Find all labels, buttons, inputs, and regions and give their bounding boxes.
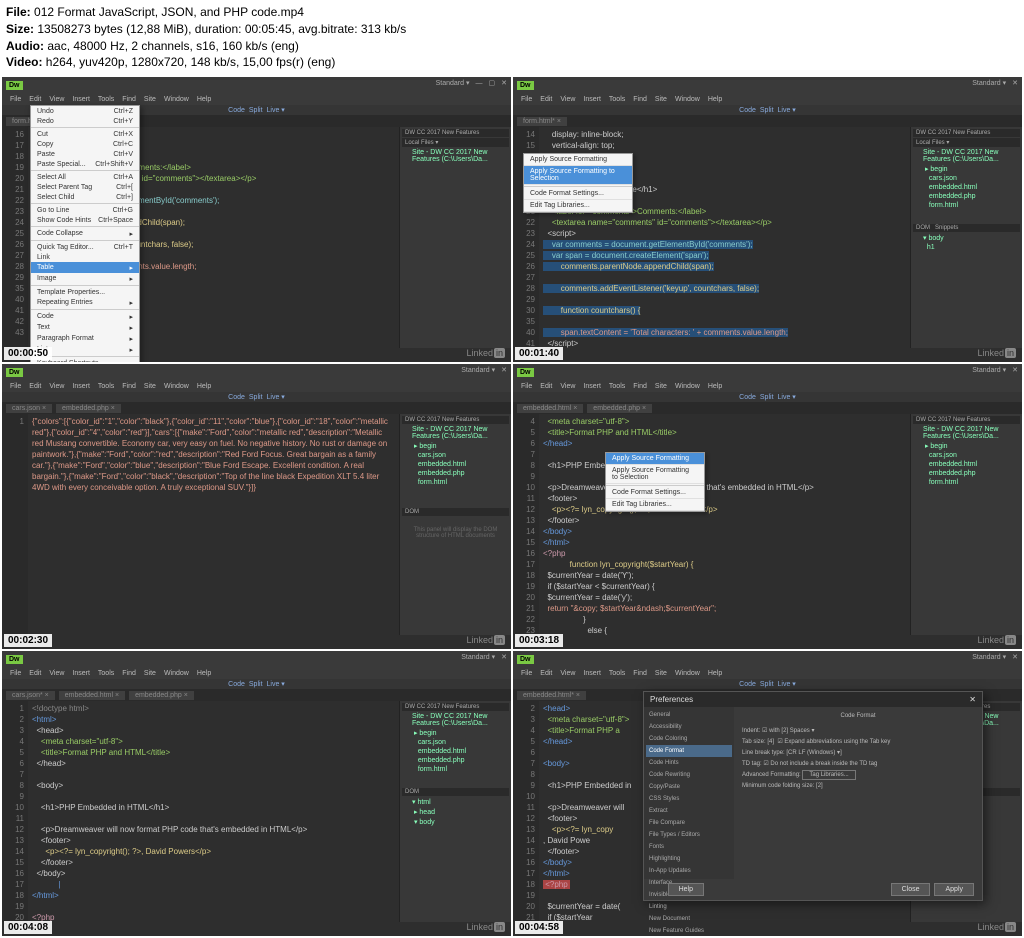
edit-menu-dropdown[interactable]: UndoCtrl+ZRedoCtrl+YCutCtrl+XCopyCtrl+CP…: [30, 105, 140, 362]
thumb-5: Dw Standard ▾✕ FileEditViewInsertToolsFi…: [2, 651, 511, 936]
file-tab[interactable]: cars.json ×: [6, 404, 52, 413]
context-menu[interactable]: Apply Source Formatting Apply Source For…: [605, 452, 705, 512]
menu-file[interactable]: File: [10, 96, 21, 103]
code-editor[interactable]: <meta charset="utf-8"> <title>Format PHP…: [539, 414, 910, 635]
dw-logo: Dw: [517, 81, 534, 90]
menu-view[interactable]: View: [49, 96, 64, 103]
code-editor[interactable]: {"colors":[{"color_id":"1","color":"blac…: [28, 414, 399, 635]
thumb-3: Dw Standard ▾✕ FileEditViewInsertToolsFi…: [2, 364, 511, 649]
context-menu[interactable]: Apply Source Formatting Apply Source For…: [523, 153, 633, 213]
timestamp: 00:01:40: [515, 347, 563, 360]
view-split[interactable]: Split: [249, 107, 263, 114]
timestamp: 00:04:58: [515, 921, 563, 934]
thumbnail-grid: Dw Standard ▾ — ▢ ✕ File Edit View Insert Tools…: [0, 75, 1024, 938]
menu-edit[interactable]: Edit: [29, 96, 41, 103]
dw-logo: Dw: [517, 655, 534, 664]
min-icon[interactable]: —: [476, 80, 483, 87]
line-gutter: 16171819202122232425262728293540414243: [2, 127, 28, 348]
menu-find[interactable]: Find: [122, 96, 136, 103]
file-metadata: File: 012 Format JavaScript, JSON, and P…: [0, 0, 1024, 75]
file-tab[interactable]: embedded.php ×: [587, 404, 652, 413]
help-button[interactable]: Help: [668, 883, 704, 896]
apply-button[interactable]: Apply: [934, 883, 974, 896]
max-icon[interactable]: ▢: [489, 79, 496, 87]
dw-logo: Dw: [6, 81, 23, 90]
code-editor[interactable]: <!doctype html> <html> <head> <meta char…: [28, 701, 399, 922]
timestamp: 00:00:50: [4, 347, 52, 360]
menu-bar: File Edit View Insert Tools Find Site Window Hel…: [2, 93, 511, 105]
file-tab[interactable]: form.html* ×: [517, 117, 567, 126]
tag-libraries-button[interactable]: Tag Libraries...: [802, 770, 855, 780]
files-panel[interactable]: DW CC 2017 New Features Local Files ▾ Si…: [910, 127, 1022, 348]
menu-window[interactable]: Window: [164, 96, 189, 103]
view-code[interactable]: Code: [228, 107, 245, 114]
menu-help[interactable]: Help: [197, 96, 211, 103]
thumb-2: Dw Standard ▾✕ FileEditViewInsertToolsFi…: [513, 77, 1022, 362]
workspace-dropdown[interactable]: Standard ▾: [461, 653, 495, 661]
preferences-dialog[interactable]: Preferences✕ GeneralAccessibilityCode Co…: [643, 691, 983, 901]
prefs-categories[interactable]: GeneralAccessibilityCode ColoringCode Fo…: [644, 707, 734, 879]
timestamp: 00:03:18: [515, 634, 563, 647]
workspace-dropdown[interactable]: Standard ▾: [436, 79, 470, 87]
dw-logo: Dw: [6, 368, 23, 377]
workspace-dropdown[interactable]: Standard ▾: [972, 79, 1006, 87]
close-icon[interactable]: ✕: [969, 695, 976, 704]
menu-insert[interactable]: Insert: [72, 96, 90, 103]
workspace-dropdown[interactable]: Standard ▾: [461, 366, 495, 374]
thumb-1: Dw Standard ▾ — ▢ ✕ File Edit View Insert Tools…: [2, 77, 511, 362]
prefs-content: Code Format Indent: ☑ with [2] Spaces ▾ …: [734, 707, 982, 879]
thumb-6: Dw Standard ▾✕ FileEditViewInsertToolsFi…: [513, 651, 1022, 936]
timestamp: 00:02:30: [4, 634, 52, 647]
linkedin-logo: Linkedin: [466, 348, 505, 358]
close-icon[interactable]: ✕: [501, 366, 507, 374]
menu-tools[interactable]: Tools: [98, 96, 114, 103]
thumb-4: Dw Standard ▾✕ FileEditViewInsertToolsFi…: [513, 364, 1022, 649]
close-icon[interactable]: ✕: [501, 79, 507, 87]
close-button[interactable]: Close: [891, 883, 931, 896]
dw-logo: Dw: [6, 655, 23, 664]
close-icon[interactable]: ✕: [1012, 366, 1018, 374]
files-panel[interactable]: DW CC 2017 New Features Local Files ▾ Si…: [399, 127, 511, 348]
close-icon[interactable]: ✕: [1012, 79, 1018, 87]
view-live[interactable]: Live ▾: [267, 106, 285, 114]
workspace-dropdown[interactable]: Standard ▾: [972, 653, 1006, 661]
dw-logo: Dw: [517, 368, 534, 377]
workspace-dropdown[interactable]: Standard ▾: [972, 366, 1006, 374]
timestamp: 00:04:08: [4, 921, 52, 934]
menu-site[interactable]: Site: [144, 96, 156, 103]
